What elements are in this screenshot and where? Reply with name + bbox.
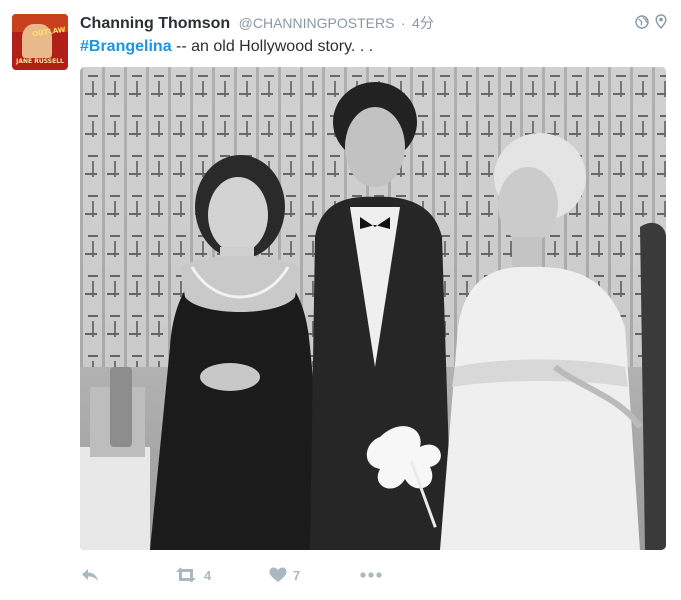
reply-button[interactable] — [80, 562, 100, 588]
more-button[interactable] — [360, 562, 382, 588]
globe-icon — [635, 14, 649, 29]
retweet-count: 4 — [204, 567, 212, 583]
tweet: OUTLAW JANE RUSSELL Channing Thomson @CH… — [0, 0, 681, 600]
like-count: 7 — [293, 567, 301, 583]
author-fullname[interactable]: Channing Thomson — [80, 15, 230, 32]
photo-illustration — [80, 67, 666, 550]
reply-icon — [80, 567, 100, 583]
avatar-poster-name: JANE RUSSELL — [16, 58, 64, 65]
tweet-text-body: -- an old Hollywood story. . . — [171, 38, 374, 55]
retweet-button[interactable]: 4 — [174, 562, 211, 588]
tweet-header: Channing Thomson @CHANNINGPOSTERS · 4分 — [80, 12, 434, 34]
author-username[interactable]: @CHANNINGPOSTERS — [239, 15, 395, 31]
retweet-icon — [174, 567, 198, 583]
tweet-actions: 4 7 — [80, 562, 480, 588]
heart-icon — [269, 567, 287, 583]
tweet-photo[interactable] — [80, 67, 666, 550]
location-pin-icon — [655, 14, 667, 29]
like-button[interactable]: 7 — [269, 562, 300, 588]
tweet-timestamp[interactable]: 4分 — [412, 15, 434, 31]
more-icon — [360, 572, 382, 578]
header-separator: · — [400, 15, 406, 31]
tweet-text: #Brangelina -- an old Hollywood story. .… — [80, 36, 373, 58]
avatar[interactable]: OUTLAW JANE RUSSELL — [12, 14, 68, 70]
header-icons — [635, 14, 667, 29]
hashtag-link[interactable]: #Brangelina — [80, 38, 172, 55]
